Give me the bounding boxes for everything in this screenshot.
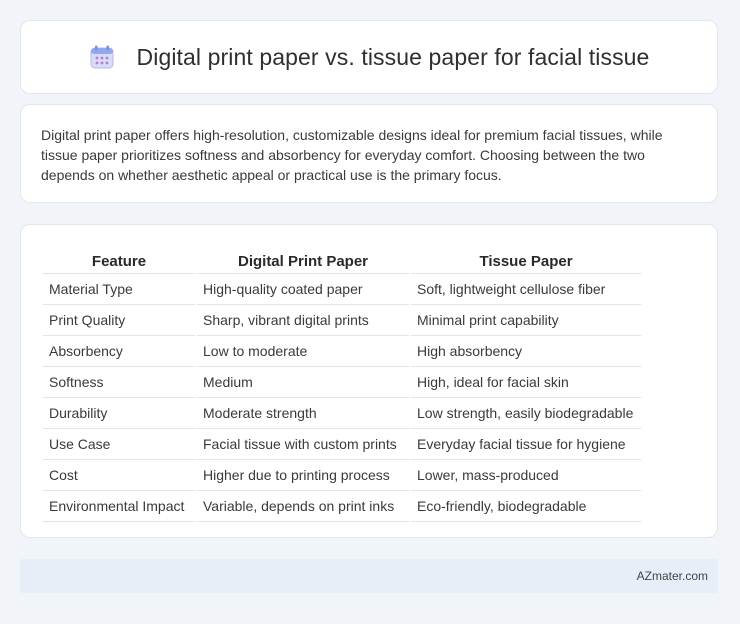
header-digital-print-paper: Digital Print Paper — [197, 245, 409, 274]
cell-digital: Facial tissue with custom prints — [197, 429, 409, 460]
cell-tissue: High absorbency — [411, 336, 641, 367]
table-row: Absorbency Low to moderate High absorben… — [43, 336, 641, 367]
cell-feature: Absorbency — [43, 336, 195, 367]
cell-tissue: Lower, mass-produced — [411, 460, 641, 491]
cell-digital: Medium — [197, 367, 409, 398]
intro-card: Digital print paper offers high-resoluti… — [20, 104, 718, 203]
intro-text: Digital print paper offers high-resoluti… — [41, 127, 663, 183]
table-row: Softness Medium High, ideal for facial s… — [43, 367, 641, 398]
cell-tissue: Eco-friendly, biodegradable — [411, 491, 641, 522]
table-row: Durability Moderate strength Low strengt… — [43, 398, 641, 429]
header-tissue-paper: Tissue Paper — [411, 245, 641, 274]
table-header-row: Feature Digital Print Paper Tissue Paper — [43, 245, 641, 274]
cell-feature: Softness — [43, 367, 195, 398]
cell-digital: Variable, depends on print inks — [197, 491, 409, 522]
table-row: Cost Higher due to printing process Lowe… — [43, 460, 641, 491]
cell-digital: Sharp, vibrant digital prints — [197, 305, 409, 336]
cell-digital: Higher due to printing process — [197, 460, 409, 491]
table-row: Use Case Facial tissue with custom print… — [43, 429, 641, 460]
page-title: Digital print paper vs. tissue paper for… — [136, 43, 650, 70]
table-row: Print Quality Sharp, vibrant digital pri… — [43, 305, 641, 336]
cell-tissue: Low strength, easily biodegradable — [411, 398, 641, 429]
title-card: Digital print paper vs. tissue paper for… — [20, 20, 718, 94]
cell-feature: Use Case — [43, 429, 195, 460]
calendar-icon — [89, 44, 115, 70]
cell-tissue: High, ideal for facial skin — [411, 367, 641, 398]
cell-feature: Durability — [43, 398, 195, 429]
cell-feature: Environmental Impact — [43, 491, 195, 522]
cell-feature: Print Quality — [43, 305, 195, 336]
cell-tissue: Minimal print capability — [411, 305, 641, 336]
table-row: Environmental Impact Variable, depends o… — [43, 491, 641, 522]
footer-bar: AZmater.com — [20, 559, 718, 593]
cell-feature: Material Type — [43, 274, 195, 305]
cell-tissue: Everyday facial tissue for hygiene — [411, 429, 641, 460]
cell-digital: Moderate strength — [197, 398, 409, 429]
table-row: Material Type High-quality coated paper … — [43, 274, 641, 305]
comparison-table: Feature Digital Print Paper Tissue Paper… — [41, 245, 643, 522]
cell-digital: Low to moderate — [197, 336, 409, 367]
header-feature: Feature — [43, 245, 195, 274]
footer-site-link[interactable]: AZmater.com — [637, 569, 708, 583]
cell-tissue: Soft, lightweight cellulose fiber — [411, 274, 641, 305]
table-card: Feature Digital Print Paper Tissue Paper… — [20, 224, 718, 538]
cell-digital: High-quality coated paper — [197, 274, 409, 305]
cell-feature: Cost — [43, 460, 195, 491]
